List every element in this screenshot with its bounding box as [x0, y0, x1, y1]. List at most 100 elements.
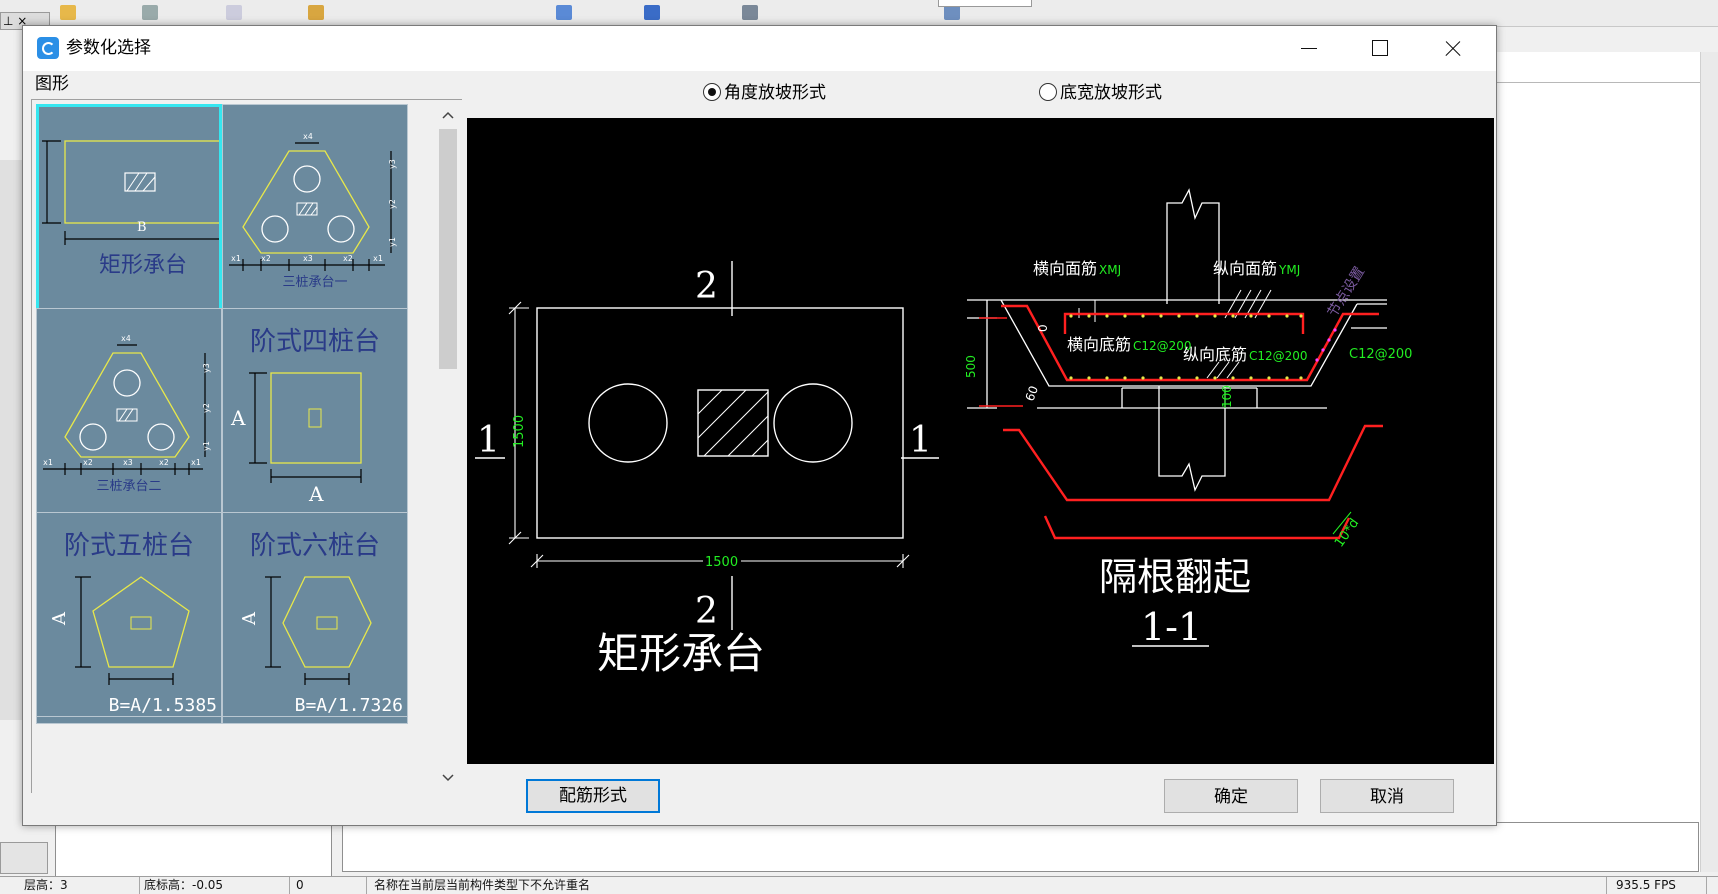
- radio-angle-slope[interactable]: 角度放坡形式: [703, 82, 826, 104]
- toolbar-folder-icon[interactable]: [60, 5, 76, 20]
- scroll-down-arrow[interactable]: [436, 766, 460, 790]
- toolbar-view-icon[interactable]: [944, 5, 960, 20]
- svg-text:y3: y3: [202, 363, 211, 373]
- plan-view: 1500 1500 2 2 1 1 矩形承台: [475, 261, 939, 678]
- cad-drawing: 1500 1500 2 2 1 1 矩形承台 横向面筋 XMJ 纵向面筋 YMJ…: [475, 188, 1412, 678]
- svg-text:x1: x1: [231, 254, 241, 263]
- thumb-formula: B=A/1.7326: [294, 695, 403, 716]
- svg-text:x1: x1: [373, 254, 383, 263]
- toolbar-arrow-icon[interactable]: [556, 5, 572, 20]
- svg-text:x4: x4: [303, 132, 313, 141]
- thumb-formula: B=A/1.5385: [108, 695, 217, 716]
- side-mark-left: 1: [477, 420, 500, 461]
- thumb-next-row-partial[interactable]: [222, 716, 408, 724]
- toolbar-page-icon[interactable]: [226, 5, 242, 20]
- thumb-scrollbar[interactable]: [436, 103, 460, 790]
- thumb-label: 矩形承台: [98, 253, 187, 278]
- ok-button[interactable]: 确定: [1164, 779, 1298, 813]
- status-bottom-elevation: 底标高：-0.05: [140, 877, 290, 894]
- stepped-five-pile-cap-icon: A: [49, 576, 190, 685]
- svg-text:y1: y1: [202, 441, 211, 451]
- label-bend: 10*d: [1332, 516, 1362, 550]
- toolbar-grid-icon[interactable]: [644, 5, 660, 20]
- label-side-note: 节点设置: [1325, 264, 1368, 320]
- dim-a-bottom: A: [308, 482, 324, 506]
- slope-mode-radio-group: 角度放坡形式 底宽放坡形式: [467, 72, 1494, 112]
- label-top-transverse: 横向面筋 XMJ: [1033, 259, 1121, 278]
- chevron-up-icon: [442, 111, 454, 119]
- plan-title: 矩形承台: [597, 629, 765, 678]
- thumb-stepped-five-pile-cap[interactable]: 阶式五桩台 A B=A/1.5385: [36, 512, 222, 721]
- thumb-three-pile-cap-2[interactable]: x4 x1 x2 x3 x2 x1 y3 y2 y1 三桩承台二: [36, 308, 222, 517]
- toolbar-input-box[interactable]: [938, 0, 1032, 7]
- section-number: 1-1: [1141, 605, 1202, 649]
- status-floor-height: 层高：3: [20, 877, 140, 894]
- app-right-scrollbar[interactable]: [1700, 52, 1718, 872]
- thumb-three-pile-cap-1[interactable]: x4 x1 x2 x3 x2 x1 y3 y2 y1 三桩承台一: [222, 104, 408, 313]
- minimize-button[interactable]: [1275, 26, 1343, 71]
- label-depth: 500: [964, 355, 978, 378]
- section-mark-bottom: 2: [695, 591, 718, 632]
- radio-width-slope-label: 底宽放坡形式: [1060, 83, 1162, 103]
- app-right-panel: [1492, 52, 1718, 872]
- thumb-stepped-four-pile-cap[interactable]: 阶式四桩台 AA: [222, 308, 408, 517]
- status-bar: 层高：3 底标高：-0.05 0 名称在当前层当前构件类型下不允许重名 935.…: [0, 876, 1718, 894]
- app-toolbar: [0, 0, 1718, 27]
- toolbar-layer-icon[interactable]: [308, 5, 324, 20]
- app-bottom-side: [0, 842, 48, 874]
- label-angle: 60: [1023, 384, 1041, 403]
- status-message: 名称在当前层当前构件类型下不允许重名: [370, 877, 1607, 894]
- svg-text:x2: x2: [261, 254, 271, 263]
- thumb-label: 三桩承台一: [282, 275, 348, 290]
- label-zero: 0: [1036, 324, 1050, 332]
- svg-text:A: A: [49, 611, 70, 626]
- cad-preview: 1500 1500 2 2 1 1 矩形承台 横向面筋 XMJ 纵向面筋 YMJ…: [467, 118, 1494, 764]
- thumb-next-row-partial[interactable]: [36, 716, 222, 724]
- label-top-longitudinal: 纵向面筋 YMJ: [1213, 259, 1300, 278]
- cancel-button[interactable]: 取消: [1320, 779, 1454, 813]
- svg-text:x3: x3: [303, 254, 313, 263]
- svg-text:x4: x4: [121, 334, 131, 343]
- dim-a-left: A: [230, 406, 246, 430]
- thumb-stepped-six-pile-cap[interactable]: 阶式六桩台 A B=A/1.7326: [222, 512, 408, 721]
- thumb-rectangular-cap[interactable]: B 矩形承台: [36, 104, 222, 313]
- svg-text:x3: x3: [123, 458, 133, 467]
- radio-unchecked-icon[interactable]: [1039, 83, 1057, 101]
- app-bottom-list[interactable]: [55, 822, 332, 879]
- dialog-title: 参数化选择: [66, 38, 151, 58]
- svg-text:x1: x1: [43, 458, 53, 467]
- scroll-thumb[interactable]: [439, 129, 457, 369]
- section-mark-top: 2: [695, 266, 718, 307]
- rebar-form-button[interactable]: 配筋形式: [526, 779, 660, 813]
- section-title: 隔根翻起: [1099, 555, 1251, 599]
- side-mark-right: 1: [909, 420, 932, 461]
- thumb-label: 三桩承台二: [96, 479, 162, 494]
- plan-width-dim: 1500: [705, 555, 738, 570]
- svg-text:x2: x2: [159, 458, 169, 467]
- section-view: 横向面筋 XMJ 纵向面筋 YMJ 横向底筋 C12@200 纵向底筋 C12@200 …: [964, 188, 1412, 649]
- rect-b-label: B: [137, 220, 147, 235]
- svg-text:y2: y2: [202, 403, 211, 413]
- shape-thumbnail-list[interactable]: B 矩形承台 x4 x1 x2 x3 x2 x1 y3 y2 y1 三桩承台一: [31, 99, 462, 793]
- maximize-button[interactable]: [1345, 26, 1413, 71]
- radio-width-slope[interactable]: 底宽放坡形式: [1039, 82, 1162, 104]
- plan-height-dim: 1500: [512, 415, 527, 448]
- label-bottom-transverse: 横向底筋 C12@200: [1067, 335, 1192, 354]
- toolbar-select-icon[interactable]: [742, 5, 758, 20]
- status-value: 0: [292, 877, 367, 894]
- svg-text:y2: y2: [388, 199, 397, 209]
- close-button[interactable]: [1418, 26, 1486, 71]
- toolbar-cut-icon[interactable]: [142, 5, 158, 20]
- shape-group-label: 图形: [35, 74, 69, 94]
- status-fps: 935.5 FPS: [1612, 877, 1707, 894]
- label-side-spec: C12@200: [1349, 347, 1412, 362]
- scroll-up-arrow[interactable]: [436, 103, 460, 127]
- svg-text:x2: x2: [343, 254, 353, 263]
- dialog-titlebar[interactable]: 参数化选择: [23, 26, 1496, 71]
- stepped-six-pile-cap-icon: A: [239, 576, 372, 685]
- app-left-strip: [0, 160, 23, 720]
- app-right-topbar: [1492, 52, 1718, 83]
- svg-text:y3: y3: [388, 159, 397, 169]
- radio-checked-icon[interactable]: [703, 83, 721, 101]
- app-bottom-property-grid[interactable]: [342, 822, 1699, 872]
